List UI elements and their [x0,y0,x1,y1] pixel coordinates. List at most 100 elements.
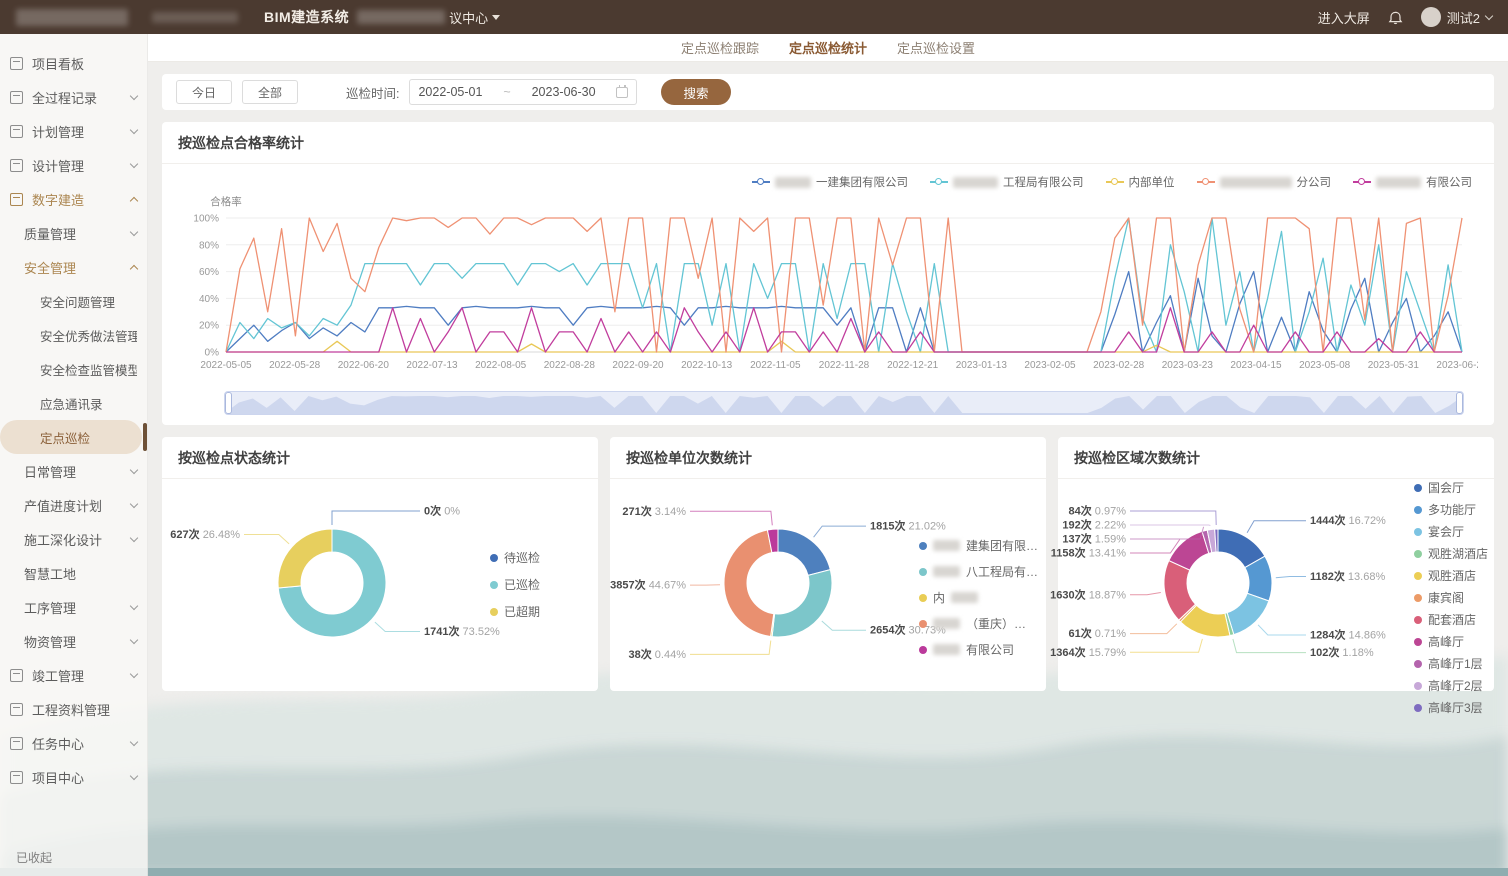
sidebar-item-工程资料管理[interactable]: 工程资料管理 [0,692,147,726]
legend-item[interactable]: 工程局有限公司 [930,174,1084,190]
legend-item[interactable]: 建集团有限… [919,537,1038,554]
sidebar-item-工序管理[interactable]: 工序管理 [0,590,147,624]
svg-text:2022-05-28: 2022-05-28 [269,360,321,371]
sidebar-item-竣工管理[interactable]: 竣工管理 [0,658,147,692]
sidebar-item-计划管理[interactable]: 计划管理 [0,114,147,148]
legend-item[interactable]: 内 [919,589,1038,606]
svg-text:2022-07-13: 2022-07-13 [406,360,458,371]
legend-dot [1414,682,1422,690]
sidebar-item-全过程记录[interactable]: 全过程记录 [0,80,147,114]
sidebar-item-label: 竣工管理 [32,666,84,685]
sidebar-item-label: 施工深化设计 [24,530,102,549]
line-series [226,341,1462,352]
legend-item[interactable]: 八工程局有… [919,563,1038,580]
sidebar-item-产值进度计划[interactable]: 产值进度计划 [0,488,147,522]
label-leader-line [332,511,420,525]
sidebar-item-物资管理[interactable]: 物资管理 [0,624,147,658]
legend-item[interactable]: 已超期 [490,603,540,620]
donut-data-label: 1444次 16.72% [1310,513,1386,527]
donut-data-label: 102次 1.18% [1310,645,1374,659]
legend-item[interactable]: 有限公司 [919,641,1038,658]
sidebar-item-施工深化设计[interactable]: 施工深化设计 [0,522,147,556]
donut-slice[interactable] [772,570,832,637]
search-button[interactable]: 搜索 [661,79,730,105]
legend-item[interactable]: 国会厅 [1414,479,1488,496]
donut-slice[interactable] [1227,593,1269,634]
point-status-title: 按巡检点状态统计 [162,437,598,479]
svg-text:2023-05-08: 2023-05-08 [1299,360,1351,371]
legend-dot [919,568,927,576]
svg-text:2023-06-23: 2023-06-23 [1436,360,1478,371]
tab-inspection-settings[interactable]: 定点巡检设置 [897,38,975,57]
legend-item[interactable]: 内部单位 [1106,174,1175,190]
sidebar-item-label: 设计管理 [32,156,84,175]
chevron-down-icon [130,160,138,168]
sidebar-item-质量管理[interactable]: 质量管理 [0,216,147,250]
svg-text:2023-02-28: 2023-02-28 [1093,360,1145,371]
donut-slice[interactable] [724,530,774,636]
legend-item[interactable]: 有限公司 [1353,174,1472,190]
project-selector[interactable]: 议中心 [357,8,500,27]
chevron-down-icon [130,670,138,678]
legend-item[interactable]: 待巡检 [490,549,540,566]
legend-item[interactable]: 高峰厅 [1414,633,1488,650]
sidebar-item-安全问题管理[interactable]: 安全问题管理 [0,284,147,318]
svg-text:2022-06-20: 2022-06-20 [338,360,390,371]
legend-item[interactable]: 康宾阁 [1414,589,1488,606]
legend-item[interactable]: 宴会厅 [1414,523,1488,540]
avatar [1421,7,1441,27]
donut-slice[interactable] [778,529,830,575]
svg-text:2022-08-28: 2022-08-28 [544,360,596,371]
sidebar-item-数字建造[interactable]: 数字建造 [0,182,147,216]
unit-count-title: 按巡检单位次数统计 [610,437,1046,479]
legend-item[interactable]: 观胜酒店 [1414,567,1488,584]
all-filter-button[interactable]: 全部 [242,80,298,104]
sidebar-item-设计管理[interactable]: 设计管理 [0,148,147,182]
legend-dot [1414,638,1422,646]
task-icon [10,737,23,750]
bell-icon[interactable] [1388,9,1403,25]
legend-item[interactable]: 高峰厅1层 [1414,655,1488,672]
main-area: 定点巡检跟踪 定点巡检统计 定点巡检设置 今日 全部 巡检时间: 2022-05… [148,34,1508,876]
chevron-down-icon [1485,11,1493,19]
point-status-card: 按巡检点状态统计 0次 0%1741次 73.52%627次 26.48% 待巡… [162,437,598,691]
tab-inspection-tracking[interactable]: 定点巡检跟踪 [681,38,759,57]
datazoom-right-handle[interactable] [1456,392,1463,414]
legend-item[interactable]: 高峰厅2层 [1414,677,1488,694]
donut-slice[interactable] [278,529,332,588]
sidebar-item-定点巡检[interactable]: 定点巡检 [0,420,142,454]
legend-item[interactable]: 分公司 [1197,174,1332,190]
legend-item[interactable]: 一建集团有限公司 [752,174,908,190]
redacted-text [933,618,960,629]
sidebar-item-项目中心[interactable]: 项目中心 [0,760,147,794]
sidebar-collapse-label[interactable]: 已收起 [16,849,52,866]
sidebar-item-安全优秀做法管理[interactable]: 安全优秀做法管理 [0,318,147,352]
sidebar-item-日常管理[interactable]: 日常管理 [0,454,147,488]
legend-dot [1414,616,1422,624]
legend-item[interactable]: 配套酒店 [1414,611,1488,628]
donut-data-label: 137次 1.59% [1062,532,1126,546]
project-name-suffix: 议中心 [449,8,488,27]
sidebar-item-安全管理[interactable]: 安全管理 [0,250,147,284]
sidebar-item-智慧工地[interactable]: 智慧工地 [0,556,147,590]
user-menu[interactable]: 测试2 [1421,7,1492,27]
tab-inspection-statistics[interactable]: 定点巡检统计 [789,38,867,57]
qualification-rate-card: 按巡检点合格率统计 一建集团有限公司工程局有限公司内部单位分公司有限公司 合格率… [162,122,1494,425]
enter-big-screen-link[interactable]: 进入大屏 [1318,8,1370,27]
sidebar-item-项目看板[interactable]: 项目看板 [0,46,147,80]
legend-item[interactable]: 已巡检 [490,576,540,593]
legend-dot [1414,572,1422,580]
datazoom-left-handle[interactable] [225,392,232,414]
sidebar-item-任务中心[interactable]: 任务中心 [0,726,147,760]
datazoom-slider[interactable] [224,391,1464,415]
legend-item[interactable]: 多功能厅 [1414,501,1488,518]
legend-item[interactable]: 观胜湖酒店 [1414,545,1488,562]
legend-item[interactable]: （重庆）… [919,615,1038,632]
sidebar-item-应急通讯录[interactable]: 应急通讯录 [0,386,147,420]
legend-item[interactable]: 高峰厅3层 [1414,699,1488,716]
sidebar-item-安全检查监管模型[interactable]: 安全检查监管模型 [0,352,147,386]
today-filter-button[interactable]: 今日 [176,80,232,104]
chevron-down-icon [130,738,138,746]
donut-data-label: 1364次 15.79% [1050,645,1126,659]
date-range-input[interactable]: 2022-05-01 ~ 2023-06-30 [409,79,637,105]
